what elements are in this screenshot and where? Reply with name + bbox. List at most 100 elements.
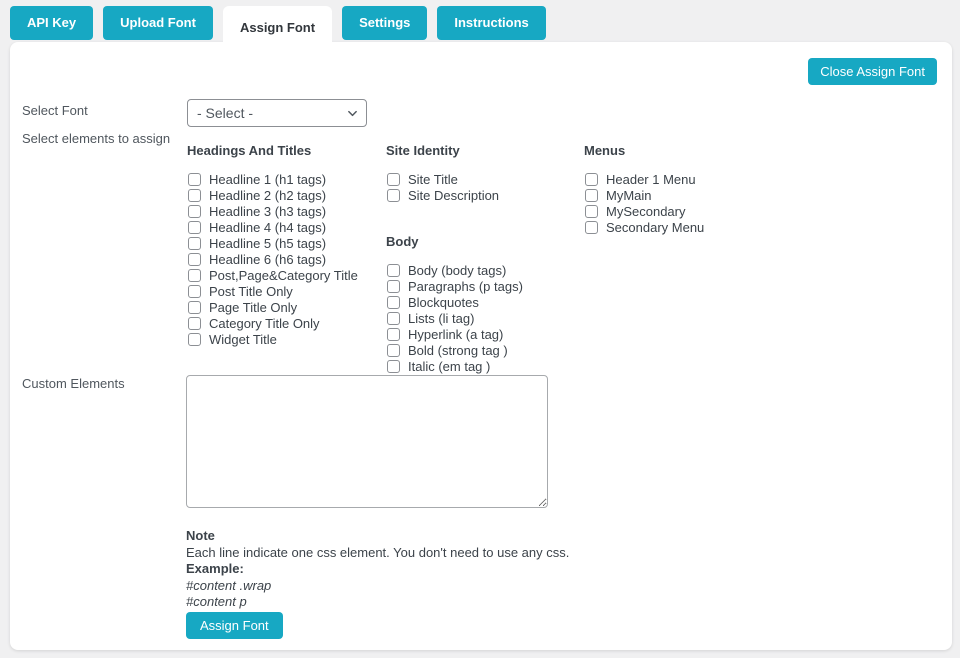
checkbox[interactable] xyxy=(387,312,400,325)
close-assign-font-button[interactable]: Close Assign Font xyxy=(808,58,937,85)
group-title: Headings And Titles xyxy=(187,143,379,158)
checkbox[interactable] xyxy=(387,264,400,277)
group-title: Menus xyxy=(584,143,776,158)
tab-upload-font[interactable]: Upload Font xyxy=(103,6,213,40)
checkbox-row-headline-3[interactable]: Headline 3 (h3 tags) xyxy=(187,203,379,219)
checkbox[interactable] xyxy=(585,205,598,218)
checkbox-row-page-title-only[interactable]: Page Title Only xyxy=(187,299,379,315)
checkbox[interactable] xyxy=(387,328,400,341)
select-font-label: Select Font xyxy=(22,103,88,118)
checkbox[interactable] xyxy=(387,280,400,293)
checkbox-label: Headline 4 (h4 tags) xyxy=(209,220,326,235)
tab-bar: API Key Upload Font Assign Font Settings… xyxy=(10,6,546,50)
checkbox-row-site-title[interactable]: Site Title xyxy=(386,171,578,187)
checkbox[interactable] xyxy=(188,301,201,314)
font-select-wrap: - Select - xyxy=(187,99,367,127)
checkbox[interactable] xyxy=(387,189,400,202)
group-title: Body xyxy=(386,234,578,249)
checkbox[interactable] xyxy=(188,221,201,234)
checkbox-row-italic[interactable]: Italic (em tag ) xyxy=(386,358,578,374)
custom-elements-label: Custom Elements xyxy=(22,376,125,391)
checkbox-label: Bold (strong tag ) xyxy=(408,343,508,358)
checkbox-row-mymain[interactable]: MyMain xyxy=(584,187,776,203)
checkbox[interactable] xyxy=(387,173,400,186)
checkbox[interactable] xyxy=(387,360,400,373)
checkbox-row-headline-6[interactable]: Headline 6 (h6 tags) xyxy=(187,251,379,267)
checkbox[interactable] xyxy=(188,253,201,266)
checkbox[interactable] xyxy=(188,317,201,330)
assign-font-panel: Close Assign Font Select Font - Select -… xyxy=(10,42,952,650)
checkbox[interactable] xyxy=(188,333,201,346)
tab-instructions[interactable]: Instructions xyxy=(437,6,545,40)
group-rows: Body (body tags) Paragraphs (p tags) Blo… xyxy=(386,262,578,374)
checkbox[interactable] xyxy=(188,269,201,282)
checkbox-label: Italic (em tag ) xyxy=(408,359,490,374)
checkbox-label: Headline 1 (h1 tags) xyxy=(209,172,326,187)
checkbox-label: MyMain xyxy=(606,188,652,203)
custom-elements-textarea[interactable] xyxy=(186,375,548,508)
checkbox-label: Category Title Only xyxy=(209,316,320,331)
checkbox[interactable] xyxy=(585,221,598,234)
checkbox-label: Hyperlink (a tag) xyxy=(408,327,503,342)
group-title: Site Identity xyxy=(386,143,578,158)
checkbox-row-secondary-menu[interactable]: Secondary Menu xyxy=(584,219,776,235)
checkbox-label: Widget Title xyxy=(209,332,277,347)
checkbox-row-body[interactable]: Body (body tags) xyxy=(386,262,578,278)
group-headings-and-titles: Headings And Titles Headline 1 (h1 tags)… xyxy=(187,143,379,347)
checkbox-row-blockquotes[interactable]: Blockquotes xyxy=(386,294,578,310)
checkbox-label: Lists (li tag) xyxy=(408,311,474,326)
group-rows: Header 1 Menu MyMain MySecondary Seconda… xyxy=(584,171,776,235)
checkbox-label: Site Description xyxy=(408,188,499,203)
checkbox-label: Page Title Only xyxy=(209,300,297,315)
checkbox-label: Paragraphs (p tags) xyxy=(408,279,523,294)
checkbox-row-post-title-only[interactable]: Post Title Only xyxy=(187,283,379,299)
checkbox-label: Headline 5 (h5 tags) xyxy=(209,236,326,251)
checkbox-row-hyperlink[interactable]: Hyperlink (a tag) xyxy=(386,326,578,342)
checkbox-label: Post,Page&Category Title xyxy=(209,268,358,283)
checkbox-label: Body (body tags) xyxy=(408,263,506,278)
group-rows: Headline 1 (h1 tags) Headline 2 (h2 tags… xyxy=(187,171,379,347)
group-gap xyxy=(386,203,578,234)
checkbox-row-bold[interactable]: Bold (strong tag ) xyxy=(386,342,578,358)
checkbox-label: Blockquotes xyxy=(408,295,479,310)
note-block: Note Each line indicate one css element.… xyxy=(186,528,569,611)
checkbox-row-post-page-category-title[interactable]: Post,Page&Category Title xyxy=(187,267,379,283)
checkbox-row-widget-title[interactable]: Widget Title xyxy=(187,331,379,347)
tab-assign-font[interactable]: Assign Font xyxy=(223,6,332,50)
assign-font-button[interactable]: Assign Font xyxy=(186,612,283,639)
group-site-identity-and-body: Site Identity Site Title Site Descriptio… xyxy=(386,143,578,374)
checkbox[interactable] xyxy=(585,173,598,186)
checkbox-label: Secondary Menu xyxy=(606,220,704,235)
checkbox[interactable] xyxy=(585,189,598,202)
checkbox-row-headline-1[interactable]: Headline 1 (h1 tags) xyxy=(187,171,379,187)
checkbox-row-lists[interactable]: Lists (li tag) xyxy=(386,310,578,326)
font-select[interactable]: - Select - xyxy=(187,99,367,127)
checkbox[interactable] xyxy=(188,173,201,186)
checkbox-row-headline-4[interactable]: Headline 4 (h4 tags) xyxy=(187,219,379,235)
checkbox-row-header-1-menu[interactable]: Header 1 Menu xyxy=(584,171,776,187)
select-elements-label: Select elements to assign xyxy=(22,131,170,146)
note-example-line-1: #content .wrap xyxy=(186,578,569,595)
checkbox[interactable] xyxy=(188,237,201,250)
group-rows: Site Title Site Description xyxy=(386,171,578,203)
checkbox-row-paragraphs[interactable]: Paragraphs (p tags) xyxy=(386,278,578,294)
checkbox[interactable] xyxy=(387,344,400,357)
checkbox-row-headline-2[interactable]: Headline 2 (h2 tags) xyxy=(187,187,379,203)
checkbox-label: MySecondary xyxy=(606,204,685,219)
checkbox-row-site-description[interactable]: Site Description xyxy=(386,187,578,203)
note-title: Note xyxy=(186,528,569,545)
checkbox[interactable] xyxy=(188,189,201,202)
checkbox[interactable] xyxy=(188,285,201,298)
checkbox-label: Headline 3 (h3 tags) xyxy=(209,204,326,219)
checkbox[interactable] xyxy=(387,296,400,309)
checkbox-row-headline-5[interactable]: Headline 5 (h5 tags) xyxy=(187,235,379,251)
checkbox-label: Header 1 Menu xyxy=(606,172,696,187)
tab-api-key[interactable]: API Key xyxy=(10,6,93,40)
checkbox-row-category-title-only[interactable]: Category Title Only xyxy=(187,315,379,331)
checkbox-label: Headline 2 (h2 tags) xyxy=(209,188,326,203)
checkbox-row-mysecondary[interactable]: MySecondary xyxy=(584,203,776,219)
checkbox-label: Post Title Only xyxy=(209,284,293,299)
tab-settings[interactable]: Settings xyxy=(342,6,427,40)
note-example-line-2: #content p xyxy=(186,594,569,611)
checkbox[interactable] xyxy=(188,205,201,218)
